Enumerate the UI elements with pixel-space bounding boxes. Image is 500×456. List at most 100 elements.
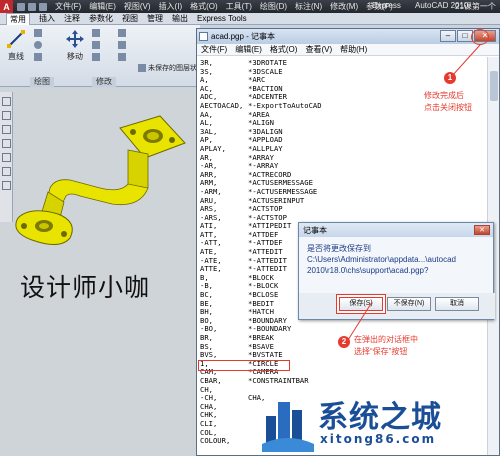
menu-edit[interactable]: 编辑(E) [89,1,116,12]
brand-name: 系统之城 [318,400,442,435]
panel-label-modify[interactable]: 修改 [92,77,116,87]
menu-bar: 文件(F) 编辑(E) 视图(V) 插入(I) 格式(O) 工具(T) 绘图(D… [55,1,393,12]
scrollbar-thumb[interactable] [490,71,498,101]
stretch-tool[interactable] [92,53,100,61]
array-tool[interactable] [118,53,126,61]
dont-save-button[interactable]: 不保存(N) [387,297,431,311]
step-1-note-line-2: 点击关闭按钮 [424,103,472,112]
notepad-icon [199,32,208,41]
tab-view[interactable]: 视图 [122,13,138,24]
ribbon-panel: 直线 移动 未保存的图层状 绘图 修改 [0,25,200,87]
save-icon[interactable] [39,2,47,11]
notepad-line: AL, *ALIGN [200,119,487,128]
fillet-tool[interactable] [118,41,126,49]
step-2-note-line-1: 在弹出的对话框中 [354,335,418,344]
notepad-line: ARU, *ACTUSERINPUT [200,196,487,206]
brand-watermark: 系统之城 xitong86.com [262,392,500,456]
notepad-line: -ARM, *-ACTUSERMESSAGE [200,187,487,197]
panel-label-draw[interactable]: 绘图 [30,77,54,87]
menu-express[interactable]: Express [372,1,401,10]
notepad-line: ARS, *ACTSTOP [200,204,487,214]
circle-tool[interactable] [34,41,42,49]
notepad-line: BVS, *BVSTATE [200,351,487,360]
save-button[interactable]: 保存(S) [339,297,383,311]
arc-tool[interactable] [34,53,42,61]
mirror-tool[interactable] [92,41,100,49]
tab-home[interactable]: 常用 [6,12,30,25]
menu-format[interactable]: 格式(O) [190,1,218,12]
tab-annotate[interactable]: 注释 [64,13,80,24]
polyline-tool[interactable] [34,29,42,37]
notepad-title: acad.pgp - 记事本 [211,32,276,41]
notepad-line: AR, *ARRAY [200,153,487,163]
layer-icon [138,64,146,72]
alias-key: COLOUR, [200,436,231,446]
np-menu-help[interactable]: 帮助(H) [340,44,367,55]
layer-state-dropdown[interactable]: 未保存的图层状 [138,63,197,73]
quick-access-toolbar [17,2,47,11]
tab-manage[interactable]: 管理 [147,13,163,24]
line-tool-label: 直线 [8,52,24,61]
trim-tool[interactable] [118,29,126,37]
dialog-message-line-1: 是否将更改保存到 [307,244,371,253]
polyline-icon [34,29,42,37]
arc-icon [34,53,42,61]
menu-view[interactable]: 视图(V) [124,1,151,12]
cancel-button[interactable]: 取消 [435,297,479,311]
step-1-note-line-1: 修改完成后 [424,91,464,100]
layer-state-label: 未保存的图层状 [148,65,197,72]
notepad-line: APLAY, *ALLPLAY [200,144,487,154]
notepad-line: -AR, *-ARRAY [200,162,487,171]
step-1-marker: 1 [444,72,456,84]
notepad-line: 3R, *3DROTATE [200,58,487,68]
line-tool[interactable]: 直线 [4,29,28,62]
menu-dimension[interactable]: 标注(N) [295,1,322,12]
step-2-note-line-2: 选择“保存”按钮 [354,347,408,356]
rotate-tool[interactable] [92,29,100,37]
circle-icon [34,41,42,49]
menu-file[interactable]: 文件(F) [55,1,81,12]
menu-draw[interactable]: 绘图(D) [260,1,287,12]
mirror-icon [92,41,100,49]
move-icon [66,30,84,48]
ribbon-tabs: 常用 插入 注释 参数化 视图 管理 输出 Express Tools [0,12,500,25]
tab-express-tools[interactable]: Express Tools [197,14,247,23]
dialog-message-line-3: 2010\r18.0\chs\support\acad.pgp? [307,266,429,275]
brand-url: xitong86.com [320,432,437,446]
notepad-line: -BO, *-BOUNDARY [200,325,487,334]
dialog-close-button[interactable]: ✕ [474,225,490,235]
np-menu-view[interactable]: 查看(V) [305,44,332,55]
dialog-buttons: 保存(S) 不保存(N) 取消 [299,293,495,319]
np-menu-edit[interactable]: 编辑(E) [235,44,262,55]
menu-modify[interactable]: 修改(M) [330,1,358,12]
step-1-note: 修改完成后 点击关闭按钮 [424,90,472,114]
notepad-title-bar: acad.pgp - 记事本 – □ ✕ [197,29,499,44]
close-button-highlight [471,29,489,45]
step-2-note: 在弹出的对话框中 选择“保存”按钮 [354,334,418,358]
np-menu-file[interactable]: 文件(F) [201,44,227,55]
step-2-marker: 2 [338,336,350,348]
dialog-title: 记事本 [303,225,327,235]
canvas-watermark-text: 设计师小咖 [20,273,151,302]
new-icon[interactable] [17,2,25,11]
tab-insert[interactable]: 插入 [39,13,55,24]
menu-insert[interactable]: 插入(I) [159,1,183,12]
open-icon[interactable] [28,2,36,11]
array-icon [118,53,126,61]
notepad-line: -ARS, *-ACTSTOP [200,213,487,223]
autocad-logo[interactable]: A [0,0,13,13]
city-logo-icon [262,402,314,452]
np-menu-format[interactable]: 格式(O) [270,44,298,55]
line-icon [7,30,25,48]
tab-output[interactable]: 输出 [172,13,188,24]
trim-icon [118,29,126,37]
dialog-message: 是否将更改保存到 C:\Users\Administrator\appdata.… [299,237,493,276]
menu-tools[interactable]: 工具(T) [226,1,252,12]
tab-parametric[interactable]: 参数化 [89,13,113,24]
notepad-line: ARM, *ACTUSERMESSAGE [200,179,487,188]
minimize-button[interactable]: – [440,30,456,42]
move-tool[interactable]: 移动 [62,29,88,62]
pipe-model-drawing [15,115,186,245]
dialog-message-line-2: C:\Users\Administrator\appdata...\autoca… [307,255,456,264]
save-dialog: 记事本 ✕ 是否将更改保存到 C:\Users\Administrator\ap… [298,222,495,320]
